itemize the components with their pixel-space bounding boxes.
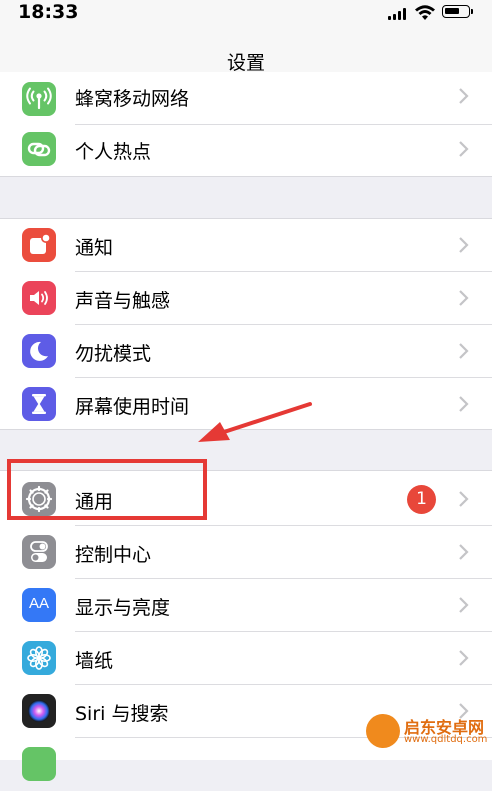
settings-row-label: 勿扰模式	[75, 343, 152, 365]
chevron-right-icon	[459, 141, 469, 157]
watermark: 启东安卓网 www.qdltdq.com	[364, 712, 492, 752]
annotation-arrow	[198, 402, 312, 442]
settings-row-hotspot[interactable]: 个人热点	[0, 125, 492, 178]
chevron-right-icon	[459, 650, 469, 666]
partial-icon	[22, 747, 56, 781]
settings-row-sounds[interactable]: 声音与触感	[0, 272, 492, 325]
watermark-logo-icon	[366, 714, 400, 748]
aa-icon: AA	[22, 588, 56, 622]
aa-icon-text: AA	[28, 595, 49, 612]
settings-row-label: 墙纸	[75, 650, 114, 672]
settings-row-cellular[interactable]: 蜂窝移动网络	[0, 72, 492, 125]
settings-row-label: 通知	[75, 237, 114, 259]
settings-group-network: 蜂窝移动网络 个人热点	[0, 72, 492, 177]
settings-row-label: 显示与亮度	[75, 597, 171, 619]
chevron-right-icon	[459, 544, 469, 560]
cellular-signal-icon	[388, 8, 408, 20]
flower-icon	[22, 641, 56, 675]
settings-row-label: 屏幕使用时间	[75, 396, 190, 418]
moon-icon	[22, 334, 56, 368]
settings-row-control-center[interactable]: 控制中心	[0, 526, 492, 579]
siri-icon	[22, 694, 56, 728]
notifications-icon	[22, 228, 56, 262]
page-title: 设置	[226, 52, 265, 74]
settings-row-display[interactable]: AA 显示与亮度	[0, 579, 492, 632]
chevron-right-icon	[459, 597, 469, 613]
hourglass-icon	[22, 387, 56, 421]
settings-row-notifications[interactable]: 通知	[0, 219, 492, 272]
settings-row-do-not-disturb[interactable]: 勿扰模式	[0, 325, 492, 378]
update-badge: 1	[407, 485, 436, 514]
chevron-right-icon	[459, 290, 469, 306]
settings-row-label: 控制中心	[75, 544, 152, 566]
cellular-icon	[22, 82, 56, 116]
highlight-box	[7, 459, 207, 520]
chevron-right-icon	[459, 88, 469, 104]
chevron-right-icon	[459, 396, 469, 412]
status-time: 18:33	[18, 1, 79, 23]
settings-row-label: 个人热点	[75, 141, 152, 163]
toggle-icon	[22, 535, 56, 569]
sound-icon	[22, 281, 56, 315]
battery-icon	[442, 5, 470, 18]
chevron-right-icon	[459, 343, 469, 359]
watermark-url: www.qdltdq.com	[404, 734, 488, 745]
hotspot-icon	[22, 132, 56, 166]
settings-row-label: 声音与触感	[75, 290, 171, 312]
settings-row-label: Siri 与搜索	[75, 703, 169, 725]
chevron-right-icon	[459, 491, 469, 507]
status-bar: 18:33	[0, 0, 492, 28]
wifi-icon	[415, 5, 435, 20]
battery-tip	[471, 9, 473, 14]
settings-row-wallpaper[interactable]: 墙纸	[0, 632, 492, 685]
chevron-right-icon	[459, 237, 469, 253]
settings-row-label: 蜂窝移动网络	[75, 88, 190, 110]
